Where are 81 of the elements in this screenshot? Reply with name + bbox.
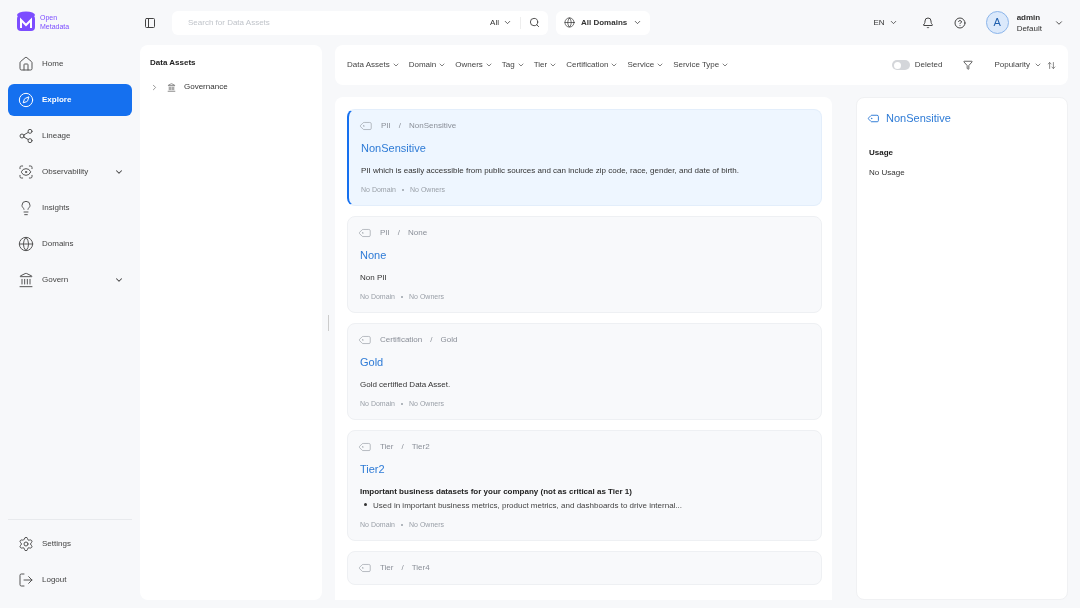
domain-select[interactable]: All Domains [556, 10, 651, 35]
detail-title: NonSensitive [886, 111, 951, 126]
tree-title: Data Assets [150, 57, 197, 69]
search-icon[interactable] [529, 17, 540, 28]
tag-description: Gold certified Data Asset. [360, 378, 452, 391]
deleted-toggle[interactable] [891, 60, 910, 70]
logout-icon [18, 572, 34, 588]
sidebar-toggle-icon[interactable] [144, 16, 156, 29]
breadcrumb-separator: / [401, 441, 404, 453]
notification-bell-icon[interactable] [921, 16, 934, 29]
tag-title[interactable]: Tier2 [360, 461, 809, 478]
breadcrumb-current: Tier2 [411, 441, 430, 453]
chevron-down-icon [1034, 61, 1042, 69]
tag-description: PII which is easily accessible from public sources and can include zip code, race, gender, and date of birth. [361, 164, 740, 177]
chevron-down-icon [549, 61, 558, 69]
chevron-down-icon [484, 61, 493, 69]
nav-item[interactable]: Insights [8, 192, 132, 224]
usage-heading: Usage [869, 146, 894, 159]
home-icon [18, 56, 34, 72]
usage-value: No Usage [869, 166, 906, 179]
breadcrumb-current: NonSensitive [409, 120, 457, 132]
breadcrumb-separator: / [398, 120, 401, 132]
chevron-down-icon [503, 18, 512, 27]
tag-description: Non PII [360, 271, 388, 284]
lineage-icon [18, 128, 34, 144]
filter-dropdown[interactable]: Certification [566, 59, 619, 71]
globe-icon [18, 236, 34, 252]
chevron-down-icon [610, 61, 619, 69]
user-avatar[interactable]: A [985, 11, 1009, 34]
filter-dropdown[interactable]: Data Assets [347, 59, 400, 71]
chevron-down-icon [516, 61, 525, 69]
bank-icon [167, 82, 176, 92]
chevron-down-icon [888, 18, 898, 27]
nav-item[interactable]: Explore [8, 84, 132, 116]
tag-description-bullet: Used in important business metrics, product metrics, and dashboards to drive internal... [373, 499, 683, 512]
filter-icon[interactable] [963, 60, 974, 70]
chevron-right-icon[interactable] [150, 82, 159, 92]
breadcrumb-current: Tier4 [411, 562, 430, 574]
nav-item[interactable]: Logout [8, 564, 132, 596]
settings-icon [18, 536, 34, 552]
lightbulb-icon [18, 200, 34, 216]
sort-order-icon[interactable] [1047, 60, 1056, 70]
breadcrumb-separator: / [397, 227, 400, 239]
nav-item[interactable]: Observability [8, 156, 132, 188]
chevron-down-icon [391, 61, 400, 69]
logo-icon [16, 11, 36, 33]
filter-dropdown[interactable]: Service [627, 59, 665, 71]
nav-item[interactable]: Lineage [8, 120, 132, 152]
search-scope-select[interactable]: All [490, 16, 521, 29]
nav-item[interactable]: Govern [8, 264, 132, 296]
nav-item[interactable]: Domains [8, 228, 132, 260]
magnifier-eye-icon [18, 164, 34, 180]
breadcrumb-current: Gold [440, 334, 458, 346]
bank-icon [18, 272, 34, 288]
tag-title[interactable]: None [360, 247, 809, 264]
nav-item[interactable]: Home [8, 48, 132, 80]
tag-description-heading: Important business datasets for your company (not as critical as Tier 1) [360, 485, 633, 498]
filter-dropdown[interactable]: Tag [501, 59, 525, 71]
breadcrumb-separator: / [401, 562, 404, 574]
chevron-down-icon [633, 18, 643, 27]
user-name: admin [1016, 11, 1042, 23]
chevron-down-icon [656, 61, 665, 69]
chevron-down-icon [438, 61, 447, 69]
deleted-label: Deleted [914, 59, 943, 71]
help-icon[interactable] [953, 16, 966, 29]
tree-item[interactable]: Governance [150, 81, 312, 93]
compass-icon [18, 92, 34, 108]
chevron-down-icon [721, 61, 730, 69]
breadcrumb-separator: / [430, 334, 433, 346]
nav-item[interactable]: Settings [8, 528, 132, 560]
filter-dropdown[interactable]: Service Type [673, 59, 730, 71]
tag-title[interactable]: NonSensitive [361, 140, 809, 157]
breadcrumb-current: None [408, 227, 428, 239]
user-role: Default [1016, 22, 1042, 34]
sort-dropdown[interactable]: Popularity [994, 59, 1042, 71]
tag-title[interactable]: Gold [360, 354, 809, 371]
filter-dropdown[interactable]: Tier [533, 59, 558, 71]
language-select[interactable]: EN [873, 16, 898, 29]
filter-dropdown[interactable]: Owners [455, 59, 493, 71]
filter-dropdown[interactable]: Domain [408, 59, 447, 71]
globe-icon [564, 17, 575, 28]
